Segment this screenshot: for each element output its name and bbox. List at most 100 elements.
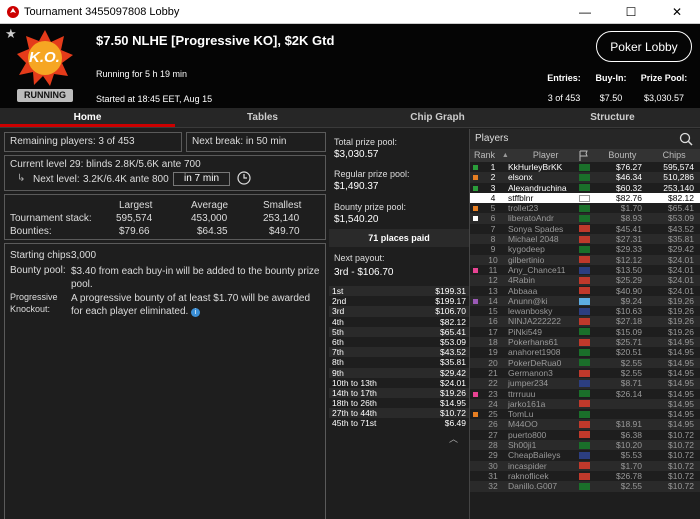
logo-text: K.O. <box>29 49 60 66</box>
player-name: Alexandruchina <box>508 182 567 193</box>
bounty-largest: $79.66 <box>119 226 150 237</box>
player-name: jumper234 <box>508 378 549 389</box>
country-flag-icon <box>579 389 593 399</box>
player-name: PiNki549 <box>508 326 543 337</box>
player-row[interactable]: 7 Sonya Spades $45.41 $43.52 <box>470 223 700 235</box>
player-name: Abbaaa <box>508 285 538 296</box>
player-rank: 16 <box>488 316 498 327</box>
player-row[interactable]: 18 Pokerhans61 $25.71 $14.95 <box>470 337 700 348</box>
prize-place: 7th <box>332 347 344 358</box>
player-name: stffblnr <box>508 192 534 203</box>
col-flag-icon[interactable] <box>579 149 597 162</box>
maximize-button[interactable]: ☐ <box>608 0 654 24</box>
player-row[interactable]: 14 Anunn@ki $9.24 $19.26 <box>470 295 700 307</box>
player-row[interactable]: 11 Any_Chance11 $13.50 $24.01 <box>470 264 700 276</box>
player-name: elsonx <box>508 172 533 183</box>
player-row[interactable]: 13 Abbaaa $40.90 $24.01 <box>470 285 700 296</box>
prize-row: 18th to 26th $14.95 <box>329 398 469 408</box>
tab-bar: Home Tables Chip Graph Structure <box>0 108 700 128</box>
player-row[interactable]: 22 jumper234 $8.71 $14.95 <box>470 378 700 389</box>
player-chips: $14.95 <box>668 398 694 409</box>
player-chips: $19.26 <box>668 306 694 317</box>
player-row[interactable]: 5 trollet23 $1.70 $65.41 <box>470 203 700 214</box>
player-row[interactable]: 10 gilbertinio $12.12 $24.01 <box>470 254 700 265</box>
close-button[interactable]: ✕ <box>654 0 700 24</box>
tab-structure[interactable]: Structure <box>525 108 700 127</box>
player-row[interactable]: 31 raknoflicek $26.78 $10.72 <box>470 470 700 482</box>
prize-row: 10th to 13th $24.01 <box>329 378 469 388</box>
player-row[interactable]: 20 PokerDeRua0 $2.55 $14.95 <box>470 357 700 368</box>
tournament-name: $7.50 NLHE [Progressive KO], $2K Gtd <box>96 33 335 48</box>
player-bounty: $1.70 <box>620 203 642 214</box>
player-row[interactable]: 21 Germanon3 $2.55 $14.95 <box>470 367 700 379</box>
col-chips[interactable]: Chips <box>648 149 700 162</box>
player-bounty: $2.55 <box>620 357 642 368</box>
col-player[interactable]: Player <box>513 149 579 162</box>
player-rank: 11 <box>488 264 498 275</box>
next-level-value: 3.2K/6.4K ante 800 <box>83 174 169 185</box>
player-name: Germanon3 <box>508 367 553 378</box>
player-bounty: $45.41 <box>616 223 642 234</box>
search-icon[interactable] <box>679 132 693 146</box>
tab-tables[interactable]: Tables <box>175 108 350 127</box>
player-row[interactable]: 27 puerto800 $6.38 $10.72 <box>470 429 700 441</box>
player-indicator <box>470 183 484 193</box>
player-row[interactable]: 3 Alexandruchina $60.32 253,140 <box>470 182 700 193</box>
player-row[interactable]: 1 KkHurleyBrKK $76.27 595,574 <box>470 162 700 173</box>
pko-label-1: Progressive <box>10 292 58 302</box>
player-row[interactable]: 24 jarko161a $14.95 <box>470 398 700 410</box>
player-chips: $24.01 <box>668 254 694 265</box>
player-row[interactable]: 28 Sh00ji1 $10.20 $10.72 <box>470 440 700 451</box>
player-bounty: $13.50 <box>616 264 642 275</box>
stats-header-smallest: Smallest <box>263 200 302 211</box>
player-row[interactable]: 16 NINJA222222 $27.18 $19.26 <box>470 316 700 327</box>
prize-row: 3rd $106.70 <box>329 306 469 317</box>
player-rank: 28 <box>488 440 498 451</box>
minimize-button[interactable]: — <box>562 0 608 24</box>
player-row[interactable]: 8 Michael 2048 $27.31 $35.81 <box>470 234 700 245</box>
info-icon[interactable]: i <box>191 308 201 317</box>
player-indicator <box>470 419 484 429</box>
player-row[interactable]: 9 kygodeep $29.33 $29.42 <box>470 244 700 255</box>
player-rank: 10 <box>488 254 498 265</box>
player-row[interactable]: 4 stffblnr $82.76 $82.12 <box>470 192 700 204</box>
player-row[interactable]: 32 Danillo.G007 $2.55 $10.72 <box>470 481 700 492</box>
player-row[interactable]: 30 incaspider $1.70 $10.72 <box>470 460 700 471</box>
next-payout-value: 3rd - $106.70 <box>334 267 394 278</box>
player-name: Anunn@ki <box>508 295 548 306</box>
collapse-chevron-icon[interactable]: ︿ <box>449 432 458 445</box>
player-bounty: $76.27 <box>616 162 642 172</box>
running-for: Running for 5 h 19 min <box>96 69 188 79</box>
player-indicator <box>470 450 484 460</box>
tab-chip-graph[interactable]: Chip Graph <box>350 108 525 127</box>
bounty-label: Bounties: <box>10 226 52 237</box>
poker-lobby-button[interactable]: Poker Lobby <box>596 31 692 62</box>
player-row[interactable]: 29 CheapBaileys $5.53 $10.72 <box>470 450 700 461</box>
col-rank[interactable]: Rank <box>470 149 502 162</box>
player-row[interactable]: 19 anahoret1908 $20.51 $14.95 <box>470 347 700 358</box>
col-bounty[interactable]: Bounty <box>596 149 648 162</box>
player-row[interactable]: 25 TomLu $14.95 <box>470 409 700 420</box>
player-indicator <box>470 440 484 450</box>
tab-home[interactable]: Home <box>0 108 175 127</box>
player-bounty: $27.18 <box>616 316 642 327</box>
player-row[interactable]: 17 PiNki549 $15.09 $19.26 <box>470 326 700 338</box>
country-flag-icon <box>579 224 593 234</box>
stats-box: Largest Average Smallest Tournament stac… <box>4 194 326 240</box>
prize-amount: $6.49 <box>444 418 466 429</box>
country-flag-icon <box>579 461 593 471</box>
player-indicator <box>470 213 484 223</box>
player-row[interactable]: 6 liberatoAndr $8.93 $53.09 <box>470 213 700 224</box>
player-rank: 32 <box>488 481 498 492</box>
prize-row: 45th to 71st $6.49 <box>329 418 469 428</box>
player-row[interactable]: 15 lewanbosky $10.63 $19.26 <box>470 306 700 317</box>
player-name: KkHurleyBrKK <box>508 162 563 172</box>
player-row[interactable]: 26 M44OO $18.91 $14.95 <box>470 419 700 430</box>
player-rank: 24 <box>488 398 498 409</box>
buyin-label: Buy-In: <box>595 73 627 83</box>
player-row[interactable]: 12 4Rabin $25.29 $24.01 <box>470 275 700 286</box>
player-rank: 20 <box>488 357 498 368</box>
player-row[interactable]: 23 ttrrruuu $26.14 $14.95 <box>470 388 700 399</box>
tournament-header: ★ K.O. RUNNING $7.50 NLHE [Progressive K… <box>0 24 700 108</box>
player-row[interactable]: 2 elsonx $46.34 510,286 <box>470 172 700 183</box>
